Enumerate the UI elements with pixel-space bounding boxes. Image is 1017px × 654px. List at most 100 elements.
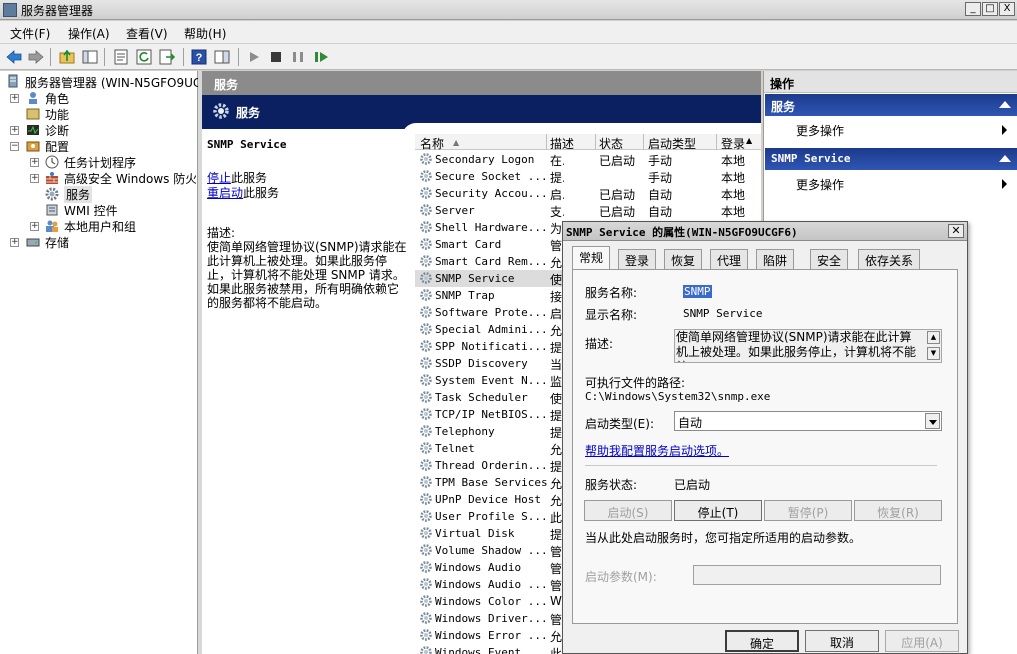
help-icon[interactable]: ? [190,48,208,66]
service-gear-icon [419,322,433,336]
show-action-pane-icon[interactable] [213,48,231,66]
display-name-value[interactable]: SNMP Service [683,307,762,320]
restart-service-link[interactable]: 重启动 [207,186,243,200]
restart-service-icon[interactable] [312,48,330,66]
service-gear-icon [419,611,433,625]
table-row[interactable]: Server 支... 已启动自动 本地 [415,202,761,219]
pane-header: 服务 [202,71,761,95]
maximize-button[interactable]: □ [982,2,998,16]
properties-icon[interactable] [112,48,130,66]
chevron-down-icon[interactable] [925,413,940,429]
service-name-cell: Thread Orderin... [435,459,547,472]
description-line: 的服务都将不能启动。 [207,296,328,310]
tab-general[interactable]: 常规 [572,246,611,270]
scroll-up-icon[interactable]: ▲ [746,136,752,145]
tree-item-storage[interactable]: 存储 [45,234,69,251]
expand-icon[interactable]: + [10,126,19,135]
service-gear-icon [419,271,433,285]
more-actions-link[interactable]: 更多操作 [796,176,844,193]
help-configure-startup-link[interactable]: 帮助我配置服务启动选项。 [585,442,729,459]
description-textbox[interactable]: 使简单网络管理协议(SNMP)请求能在此计算机上被处理。如果此服务停止，计算机将… [674,329,942,363]
ok-button[interactable]: 确定 [725,630,799,652]
service-name-cell: SSDP Discovery [435,357,528,370]
collapse-up-icon[interactable] [999,101,1011,108]
wmi-control-icon [46,204,58,216]
tab-recovery[interactable]: 恢复 [664,249,703,269]
back-icon[interactable] [5,48,23,66]
tree-root[interactable]: 服务器管理器 (WIN-N5GFO9UCGF [25,74,217,91]
actions-section-snmp[interactable]: SNMP Service [765,148,1017,170]
service-desc-cell: 启... [550,188,564,202]
tree-item-services[interactable]: 服务 [64,186,93,203]
column-separator[interactable] [716,134,717,150]
startup-type-select[interactable]: 自动 [674,411,942,431]
tab-security[interactable]: 安全 [810,249,849,269]
column-separator[interactable] [595,134,596,150]
expand-icon[interactable]: + [30,158,39,167]
tab-logon[interactable]: 登录 [618,249,657,269]
collapse-icon[interactable]: − [10,142,19,151]
close-button[interactable]: X [999,2,1015,16]
task-scheduler-icon [45,155,59,169]
service-gear-icon [419,526,433,540]
refresh-icon[interactable] [135,48,153,66]
start-parameters-input[interactable] [693,565,941,585]
table-row[interactable]: Security Accou...启... 已启动自动 本地 [415,185,761,202]
tree-item-roles[interactable]: 角色 [45,90,69,107]
column-description[interactable]: 描述 [550,135,574,152]
column-separator[interactable] [643,134,644,150]
forward-icon[interactable] [27,48,45,66]
service-logon-cell: 本地 [721,188,746,202]
more-actions-link[interactable]: 更多操作 [796,122,844,139]
tab-traps[interactable]: 陷阱 [756,249,795,269]
selected-service-name: SNMP Service [207,138,287,151]
tree-item-local-users[interactable]: 本地用户和组 [64,218,136,235]
menu-help[interactable]: 帮助(H) [184,25,226,42]
service-name-cell: Windows Driver... [435,612,547,625]
stop-service-icon[interactable] [267,48,285,66]
tree-item-task-scheduler[interactable]: 任务计划程序 [64,154,136,171]
start-service-icon[interactable] [245,48,263,66]
column-separator[interactable] [546,134,547,150]
show-hide-tree-icon[interactable] [81,48,99,66]
column-logon[interactable]: 登录 [721,135,745,152]
apply-button[interactable]: 应用(A) [885,630,959,652]
actions-section-services[interactable]: 服务 [765,94,1017,116]
close-icon[interactable]: ✕ [948,224,964,238]
menu-action[interactable]: 操作(A) [68,25,110,42]
tree-item-configuration[interactable]: 配置 [45,138,69,155]
up-folder-icon[interactable] [58,48,76,66]
pause-service-icon[interactable] [289,48,307,66]
scroll-down-icon[interactable]: ▼ [927,347,940,360]
pause-button[interactable]: 暂停(P) [764,500,852,521]
expand-icon[interactable]: + [30,222,39,231]
service-name-value[interactable]: SNMP [683,285,712,298]
stop-service-link[interactable]: 停止 [207,171,231,185]
minimize-button[interactable]: _ [965,2,981,16]
tab-agent[interactable]: 代理 [710,249,749,269]
expand-icon[interactable]: + [10,238,19,247]
collapse-up-icon[interactable] [999,155,1011,162]
menu-file[interactable]: 文件(F) [10,25,50,42]
resume-button[interactable]: 恢复(R) [854,500,942,521]
executable-path-value[interactable]: C:\Windows\System32\snmp.exe [585,390,770,403]
column-startup-type[interactable]: 启动类型 [648,135,696,152]
cancel-button[interactable]: 取消 [805,630,879,652]
tab-dependencies[interactable]: 依存关系 [858,249,921,269]
service-gear-icon [419,407,433,421]
start-button[interactable]: 启动(S) [584,500,672,521]
scroll-up-icon[interactable]: ▲ [927,331,940,344]
menu-view[interactable]: 查看(V) [126,25,168,42]
expand-icon[interactable]: + [30,174,39,183]
tree-item-diagnostics[interactable]: 诊断 [45,122,69,139]
tree-item-firewall[interactable]: 高级安全 Windows 防火墙 [64,170,196,187]
tree-item-features[interactable]: 功能 [45,106,69,123]
table-row[interactable]: Secondary Logon 在... 已启动手动 本地 [415,151,761,168]
column-name[interactable]: 名称 [420,135,444,152]
table-row[interactable]: Secure Socket ...提... 手动 本地 [415,168,761,185]
tree-item-wmi[interactable]: WMI 控件 [64,202,118,219]
export-list-icon[interactable] [158,48,176,66]
column-status[interactable]: 状态 [599,135,623,152]
stop-button[interactable]: 停止(T) [674,500,762,521]
expand-icon[interactable]: + [10,94,19,103]
